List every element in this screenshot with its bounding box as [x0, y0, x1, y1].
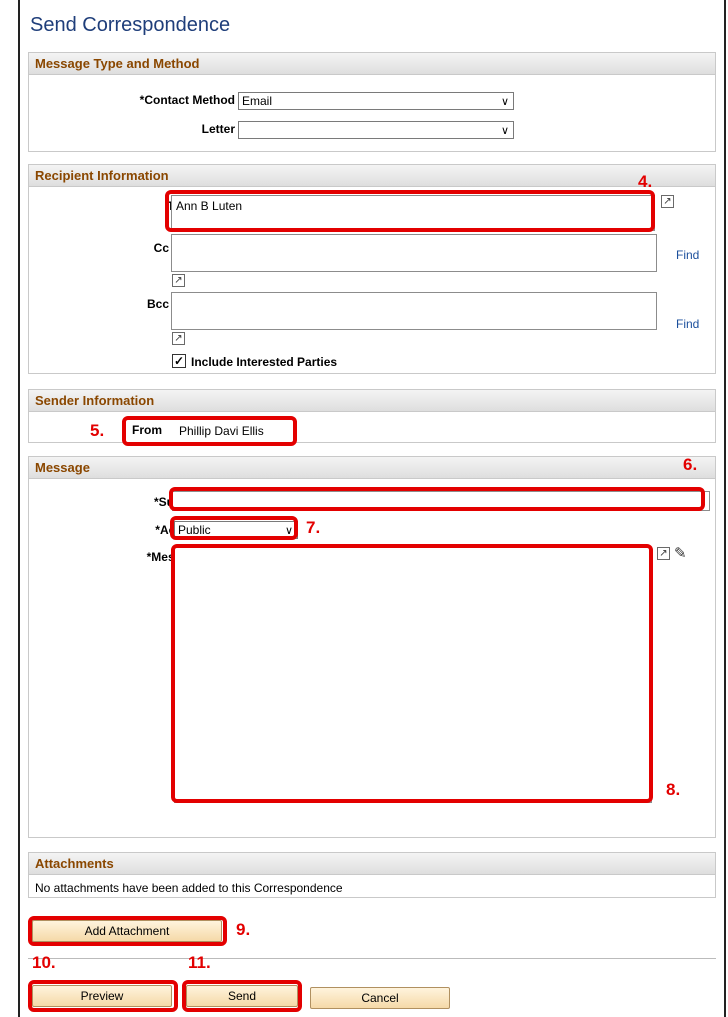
cc-label: Cc — [153, 241, 169, 255]
highlight-preview — [28, 980, 178, 1012]
step-7-label: 7. — [306, 518, 321, 537]
highlight-send — [182, 980, 302, 1012]
cancel-button[interactable]: Cancel — [310, 987, 450, 1009]
highlight-subject — [169, 487, 705, 511]
spell-check-icon[interactable]: ✎ — [674, 544, 687, 562]
step-9-label: 9. — [236, 920, 251, 939]
recipient-header: Recipient Information — [29, 165, 715, 187]
highlight-to-field — [165, 190, 655, 232]
interested-parties-label: Include Interested Parties — [191, 355, 338, 369]
button-divider — [28, 958, 716, 959]
bcc-find-link[interactable]: Find — [676, 317, 699, 331]
attachments-empty-text: No attachments have been added to this C… — [35, 881, 343, 895]
bcc-label: Bcc — [146, 297, 169, 311]
cc-find-link[interactable]: Find — [676, 248, 699, 262]
step-8-label: 8. — [666, 780, 681, 799]
step-10-label: 10. — [32, 953, 56, 972]
letter-select[interactable]: ∨ — [238, 121, 514, 139]
contact-method-value: Email — [242, 94, 273, 108]
step-4-label: 4. — [638, 172, 653, 191]
page-title: Send Correspondence — [30, 14, 231, 36]
cc-field[interactable] — [171, 234, 657, 272]
message-header: Message — [29, 457, 715, 479]
sender-header: Sender Information — [29, 390, 715, 412]
step-11-label: 11. — [188, 953, 211, 972]
highlight-message — [171, 544, 653, 803]
contact-method-select[interactable]: Email ∨ — [238, 92, 514, 110]
chevron-down-icon: ∨ — [500, 96, 509, 108]
message-type-header: Message Type and Method — [29, 53, 715, 75]
highlight-from — [122, 416, 297, 446]
expand-icon[interactable]: ↗ — [657, 547, 670, 560]
contact-method-label: *Contact Method — [139, 93, 235, 107]
highlight-access — [170, 516, 298, 540]
bcc-field[interactable] — [171, 292, 657, 330]
letter-label: Letter — [201, 122, 235, 136]
attachments-header: Attachments — [29, 853, 715, 875]
chevron-down-icon: ∨ — [500, 125, 509, 137]
expand-icon[interactable]: ↗ — [172, 332, 185, 345]
highlight-add-attachment — [28, 916, 227, 946]
expand-icon[interactable]: ↗ — [661, 195, 674, 208]
message-type-group: Message Type and Method *Contact Method … — [28, 52, 716, 152]
step-5-label: 5. — [90, 421, 105, 440]
attachments-group: Attachments No attachments have been add… — [28, 852, 716, 898]
step-6-label: 6. — [683, 455, 698, 474]
expand-icon[interactable]: ↗ — [172, 274, 185, 287]
interested-parties-checkbox[interactable]: ✓ — [172, 354, 186, 368]
